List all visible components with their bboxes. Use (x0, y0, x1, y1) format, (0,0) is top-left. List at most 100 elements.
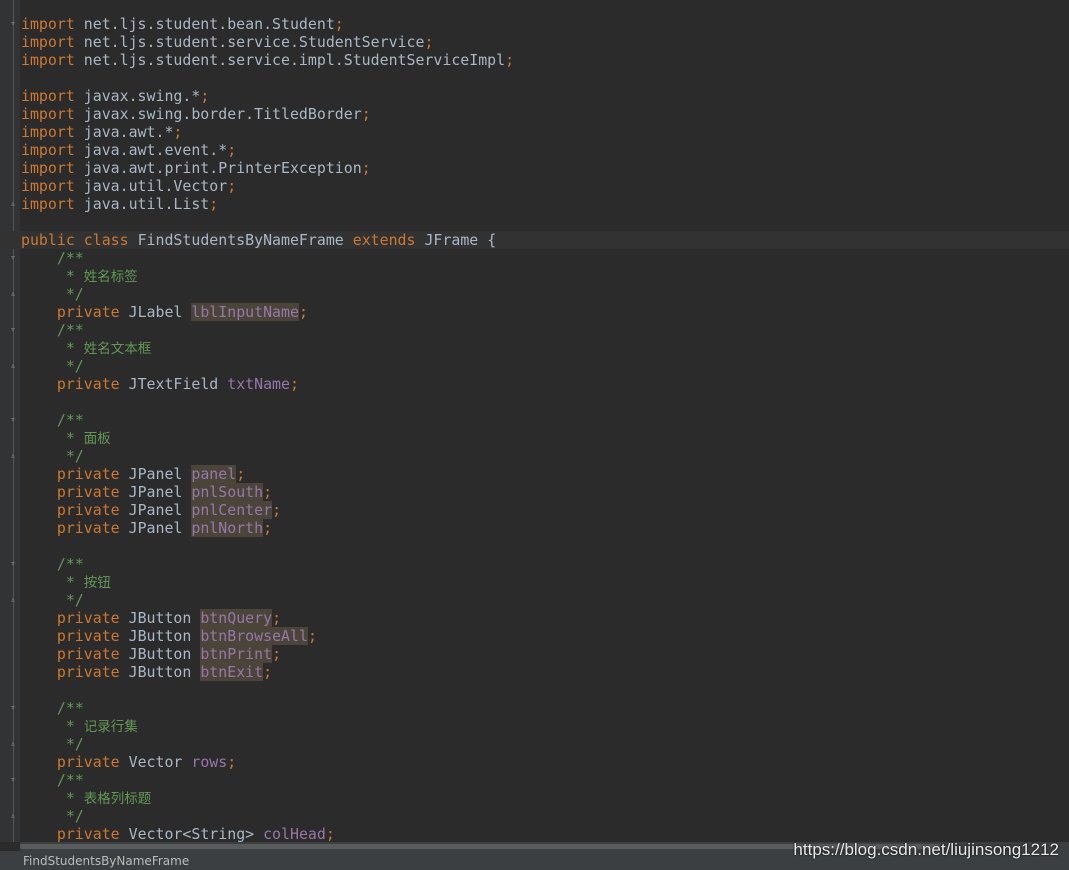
doc-comment-text: 按钮 (83, 575, 111, 591)
code-line[interactable]: */ (0, 735, 1069, 753)
code-line[interactable]: /** (0, 771, 1069, 789)
keyword: private (56, 645, 120, 663)
field-name: btnBrowseAll (200, 627, 308, 645)
keyword: private (56, 663, 120, 681)
code-line[interactable]: /** (0, 699, 1069, 717)
keyword: private (56, 627, 120, 645)
code-line[interactable]: private JPanel panel; (0, 465, 1069, 483)
field-name: txtName (227, 375, 290, 393)
doc-comment: */ (65, 447, 84, 465)
code-line[interactable]: * 姓名文本框 (0, 339, 1069, 357)
keyword: import (21, 123, 75, 141)
semicolon: ; (272, 501, 282, 519)
doc-comment: */ (65, 591, 84, 609)
code-line[interactable]: /** (0, 249, 1069, 267)
breadcrumb[interactable]: FindStudentsByNameFrame (23, 854, 189, 868)
keyword: import (21, 105, 75, 123)
code-line-empty[interactable] (0, 537, 1069, 555)
field-name: rows (191, 753, 228, 771)
semicolon: ; (424, 33, 434, 51)
code-line[interactable]: * 按钮 (0, 573, 1069, 591)
type-name: JButton (128, 663, 192, 681)
import-path: net.ljs.student.bean.Student (83, 15, 335, 33)
code-line[interactable]: * 记录行集 (0, 717, 1069, 735)
doc-comment: * (65, 573, 84, 591)
code-line[interactable]: import java.util.Vector; (0, 177, 1069, 195)
doc-comment: * (65, 717, 84, 735)
code-line[interactable]: import java.awt.event.*; (0, 141, 1069, 159)
import-path: javax.swing.* (83, 87, 201, 105)
code-line[interactable]: import javax.swing.*; (0, 87, 1069, 105)
semicolon: ; (227, 141, 237, 159)
semicolon: ; (200, 87, 210, 105)
semicolon: ; (227, 177, 237, 195)
code-line[interactable]: * 姓名标签 (0, 267, 1069, 285)
code-line[interactable]: private JLabel lblInputName; (0, 303, 1069, 321)
doc-comment: /** (56, 411, 84, 429)
semicolon: ; (236, 465, 246, 483)
field-name: pnlCenter (191, 501, 273, 519)
import-path: java.awt.print.PrinterException (83, 159, 362, 177)
type-name: JButton (128, 609, 192, 627)
keyword: private (56, 375, 120, 393)
code-area[interactable]: import net.ljs.student.bean.Student; imp… (0, 15, 1069, 842)
keyword: private (56, 519, 120, 537)
semicolon: ; (361, 159, 371, 177)
code-line[interactable]: /** (0, 321, 1069, 339)
code-line-current[interactable]: public class FindStudentsByNameFrame ext… (0, 231, 1069, 249)
code-line[interactable]: private JButton btnQuery; (0, 609, 1069, 627)
code-line[interactable]: private JButton btnPrint; (0, 645, 1069, 663)
code-line[interactable]: private JButton btnBrowseAll; (0, 627, 1069, 645)
doc-comment: /** (56, 699, 84, 717)
code-line[interactable]: */ (0, 285, 1069, 303)
code-line[interactable]: import java.awt.*; (0, 123, 1069, 141)
type-name: JButton (128, 645, 192, 663)
doc-comment: * (65, 789, 84, 807)
field-name: btnExit (200, 663, 264, 681)
keyword: import (21, 15, 75, 33)
code-line[interactable]: import javax.swing.border.TitledBorder; (0, 105, 1069, 123)
semicolon: ; (290, 375, 299, 393)
doc-comment: */ (65, 807, 84, 825)
type-name: JButton (128, 627, 192, 645)
code-editor[interactable]: ▿ ▵ ▿ ▵ ▿ ▵ ▿ ▵ ▿ ▵ ▿ ▵ ▿ ▵ import net.l… (0, 0, 1069, 842)
code-line[interactable]: private JTextField txtName; (0, 375, 1069, 393)
code-line-empty[interactable] (0, 69, 1069, 87)
code-line[interactable]: import java.awt.print.PrinterException; (0, 159, 1069, 177)
code-line[interactable]: /** (0, 555, 1069, 573)
code-line[interactable]: private JButton btnExit; (0, 663, 1069, 681)
code-line[interactable]: import net.ljs.student.service.impl.Stud… (0, 51, 1069, 69)
doc-comment-text: 姓名文本框 (83, 341, 152, 357)
code-line[interactable]: private JPanel pnlNorth; (0, 519, 1069, 537)
import-path: net.ljs.student.service.impl.StudentServ… (83, 51, 506, 69)
code-line[interactable]: import java.util.List; (0, 195, 1069, 213)
code-line-empty[interactable] (0, 681, 1069, 699)
import-path: java.util.Vector (83, 177, 228, 195)
code-line[interactable]: * 表格列标题 (0, 789, 1069, 807)
code-line[interactable]: */ (0, 807, 1069, 825)
code-line[interactable]: private JPanel pnlCenter; (0, 501, 1069, 519)
import-path: java.awt.event.* (83, 141, 228, 159)
keyword: import (21, 177, 75, 195)
keyword: private (56, 501, 120, 519)
code-line[interactable]: /** (0, 411, 1069, 429)
keyword: import (21, 195, 75, 213)
field-name: panel (191, 465, 237, 483)
code-line[interactable]: */ (0, 357, 1069, 375)
type-name: JPanel (128, 501, 183, 519)
code-line[interactable]: */ (0, 447, 1069, 465)
code-line-empty[interactable] (0, 393, 1069, 411)
keyword: import (21, 159, 75, 177)
code-line[interactable]: * 面板 (0, 429, 1069, 447)
code-line[interactable]: private JPanel pnlSouth; (0, 483, 1069, 501)
code-line-empty[interactable] (0, 213, 1069, 231)
code-line[interactable]: private Vector rows; (0, 753, 1069, 771)
field-name: pnlNorth (191, 519, 264, 537)
code-line[interactable]: import net.ljs.student.bean.Student; (0, 15, 1069, 33)
code-line[interactable]: import net.ljs.student.service.StudentSe… (0, 33, 1069, 51)
keyword: class (83, 231, 129, 249)
semicolon: ; (272, 609, 282, 627)
keyword: private (56, 465, 120, 483)
semicolon: ; (307, 627, 317, 645)
code-line[interactable]: */ (0, 591, 1069, 609)
